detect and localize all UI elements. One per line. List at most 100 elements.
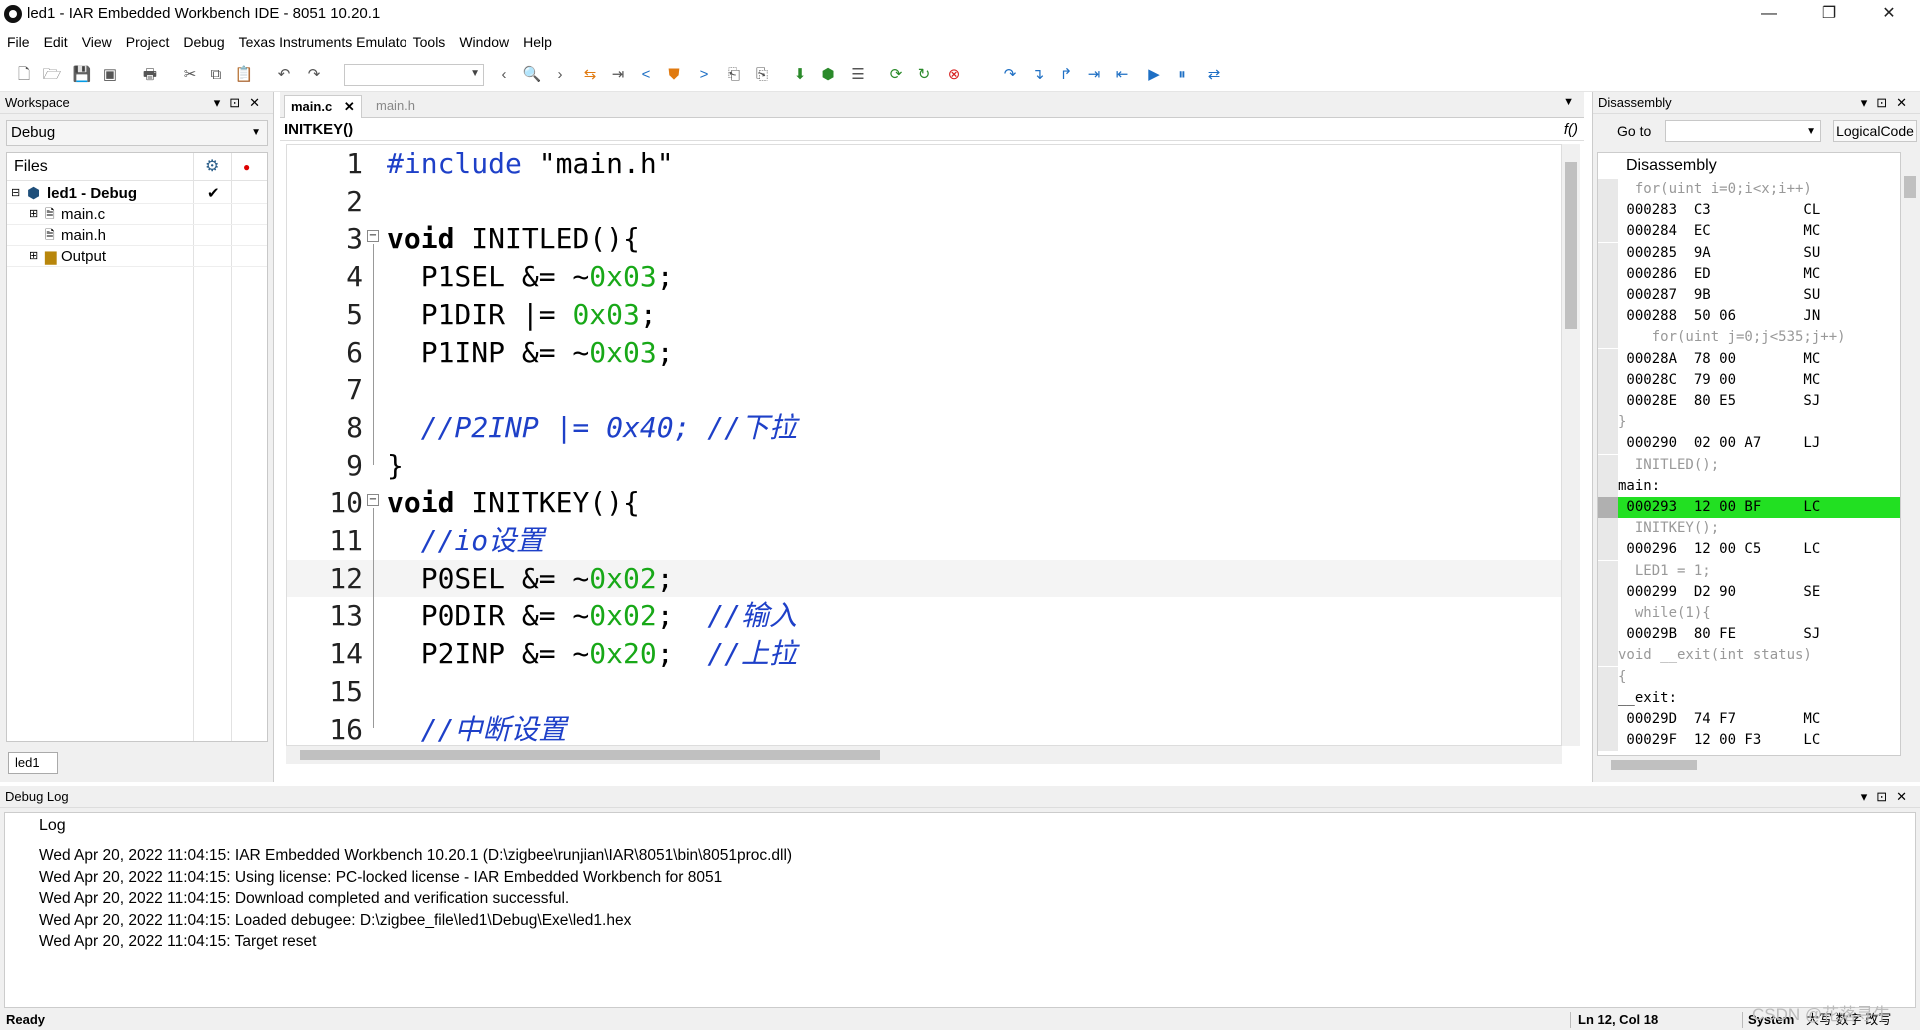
disassembly-row[interactable]: 000284 EC MC	[1618, 221, 1900, 242]
download-icon[interactable]: ⬇	[790, 65, 810, 85]
menu-window[interactable]: Window	[452, 30, 516, 54]
disassembly-gutter[interactable]	[1598, 624, 1618, 646]
disassembly-gutter[interactable]	[1598, 687, 1618, 709]
save-icon[interactable]: 💾	[72, 65, 92, 85]
maximize-button[interactable]: ❐	[1806, 0, 1852, 28]
disassembly-row[interactable]: }	[1618, 412, 1900, 433]
find-prev-icon[interactable]: ‹	[494, 65, 514, 85]
code-line[interactable]: 12 P0SEL &= ~0x02;	[287, 559, 1561, 597]
disassembly-vertical-scrollbar[interactable]	[1901, 152, 1919, 756]
disassembly-gutter[interactable]	[1598, 730, 1618, 752]
disassembly-row[interactable]: INITKEY();	[1618, 518, 1900, 539]
editor-horizontal-scrollbar[interactable]	[286, 746, 1562, 764]
code-area[interactable]: 1 #include "main.h" 2 3− void INITLED(){4 P1…	[286, 144, 1562, 746]
menu-edit[interactable]: Edit	[37, 30, 75, 54]
disassembly-row[interactable]: 00029B 80 FE SJ	[1618, 624, 1900, 645]
disassembly-row[interactable]: 00028C 79 00 MC	[1618, 370, 1900, 391]
disassembly-gutter[interactable]	[1598, 539, 1618, 561]
bookmark-icon[interactable]: ⛊	[664, 65, 684, 85]
tab-main-c[interactable]: main.c ✕	[284, 95, 362, 118]
code-line[interactable]: 1 #include "main.h"	[287, 145, 1561, 182]
disassembly-gutter[interactable]	[1598, 475, 1618, 497]
disassembly-gutter[interactable]	[1598, 285, 1618, 306]
open-file-icon[interactable]: 🗁	[42, 65, 62, 85]
print-icon[interactable]: 🖶	[140, 65, 160, 85]
disassembly-gutter[interactable]	[1598, 581, 1618, 603]
editor-vertical-scrollbar[interactable]	[1562, 144, 1580, 746]
disassembly-row[interactable]: main:	[1618, 476, 1900, 497]
disassembly-row[interactable]: 00028E 80 E5 SJ	[1618, 391, 1900, 412]
tree-item-project[interactable]: ⊟ ⬢ led1 - Debug ✔	[7, 183, 267, 204]
fold-toggle-icon[interactable]: −	[367, 230, 379, 243]
disassembly-row[interactable]: 00029F 12 00 F3 LC	[1618, 730, 1900, 751]
disassembly-row[interactable]: 000286 ED MC	[1618, 264, 1900, 285]
redo-icon[interactable]: ↷	[304, 65, 324, 85]
logical-code-button[interactable]: LogicalCode	[1833, 120, 1917, 142]
menu-debug[interactable]: Debug	[176, 30, 231, 54]
panel-buttons[interactable]: ▾⊡✕	[1861, 786, 1916, 808]
panel-buttons[interactable]: ▾⊡✕	[214, 92, 269, 114]
disassembly-row[interactable]: LED1 = 1;	[1618, 561, 1900, 582]
replace-icon[interactable]: ⇆	[580, 65, 600, 85]
code-line[interactable]: 4 P1SEL &= ~0x03;	[287, 258, 1561, 295]
disassembly-gutter[interactable]	[1598, 391, 1618, 412]
undo-icon[interactable]: ↶	[274, 65, 294, 85]
fold-toggle-icon[interactable]: −	[367, 494, 379, 507]
workspace-tab[interactable]: led1	[8, 752, 58, 774]
disassembly-row[interactable]: 000290 02 00 A7 LJ	[1618, 433, 1900, 454]
disassembly-row[interactable]: 000299 D2 90 SE	[1618, 582, 1900, 603]
disassembly-row[interactable]: __exit:	[1618, 688, 1900, 709]
reset-icon[interactable]: ⟳	[886, 65, 906, 85]
find-icon[interactable]: 🔍	[522, 65, 542, 85]
close-button[interactable]: ✕	[1866, 0, 1912, 28]
disassembly-gutter[interactable]	[1598, 412, 1618, 434]
nav-back-icon[interactable]: <	[636, 65, 656, 85]
configuration-select[interactable]: Debug ▼	[6, 120, 268, 146]
code-line[interactable]: 9}	[287, 447, 1561, 484]
tab-list-dropdown-icon[interactable]: ▼	[1563, 96, 1574, 108]
code-line[interactable]: 10− void INITKEY(){	[287, 484, 1561, 521]
disassembly-gutter[interactable]	[1598, 666, 1618, 688]
code-line[interactable]: 5 P1DIR |= 0x03;	[287, 296, 1561, 333]
tree-item-main-c[interactable]: ⊞ 🗎 main.c	[7, 204, 267, 225]
copy-icon[interactable]: ⧉	[206, 65, 226, 85]
disassembly-gutter[interactable]	[1598, 560, 1618, 582]
disassembly-horizontal-scrollbar[interactable]	[1597, 756, 1901, 774]
disassembly-row[interactable]: for(uint j=0;j<535;j++)	[1618, 327, 1900, 348]
code-line[interactable]: 15	[287, 673, 1561, 710]
disassembly-row[interactable]: {	[1618, 667, 1900, 688]
disassembly-gutter[interactable]	[1598, 369, 1618, 391]
menu-project[interactable]: Project	[119, 30, 177, 54]
close-tab-icon[interactable]: ✕	[344, 99, 355, 114]
menu-file[interactable]: File	[0, 30, 37, 54]
stop-debug-icon[interactable]: ⊗	[944, 65, 964, 85]
menu-tools[interactable]: Tools	[406, 30, 453, 54]
code-line[interactable]: 13 P0DIR &= ~0x02; //输入	[287, 597, 1561, 634]
code-line[interactable]: 7	[287, 371, 1561, 408]
disassembly-gutter[interactable]	[1598, 179, 1618, 200]
new-file-icon[interactable]: 🗋	[14, 65, 34, 85]
run-to-cursor-icon[interactable]: ⇤	[1112, 65, 1132, 85]
disassembly-row[interactable]: 000288 50 06 JN	[1618, 306, 1900, 327]
disassembly-gutter[interactable]	[1598, 200, 1618, 222]
find-next-icon[interactable]: ›	[550, 65, 570, 85]
save-all-icon[interactable]: ▣	[100, 65, 120, 85]
menu-help[interactable]: Help	[516, 30, 559, 54]
disassembly-gutter[interactable]	[1598, 327, 1618, 349]
disassembly-row[interactable]: INITLED();	[1618, 455, 1900, 476]
menu-ti-emulator[interactable]: Texas Instruments Emulator	[232, 30, 406, 54]
disassembly-row[interactable]: 000283 C3 CL	[1618, 200, 1900, 221]
next-bookmark-icon[interactable]: ⎘	[752, 65, 772, 85]
disassembly-gutter[interactable]	[1598, 306, 1618, 328]
disassembly-gutter[interactable]	[1598, 242, 1618, 264]
step-over-icon[interactable]: ↷	[1000, 65, 1020, 85]
refresh-icon[interactable]: ↻	[914, 65, 934, 85]
disassembly-row[interactable]: while(1){	[1618, 603, 1900, 624]
disassembly-gutter[interactable]	[1598, 709, 1618, 730]
disassembly-gutter[interactable]	[1598, 454, 1618, 476]
expand-icon[interactable]: ⊞	[29, 204, 38, 225]
code-line[interactable]: 2	[287, 183, 1561, 220]
disassembly-gutter[interactable]	[1598, 645, 1618, 667]
callstack-icon[interactable]: ⇄	[1204, 65, 1224, 85]
function-list-icon[interactable]: f()	[1564, 119, 1578, 141]
